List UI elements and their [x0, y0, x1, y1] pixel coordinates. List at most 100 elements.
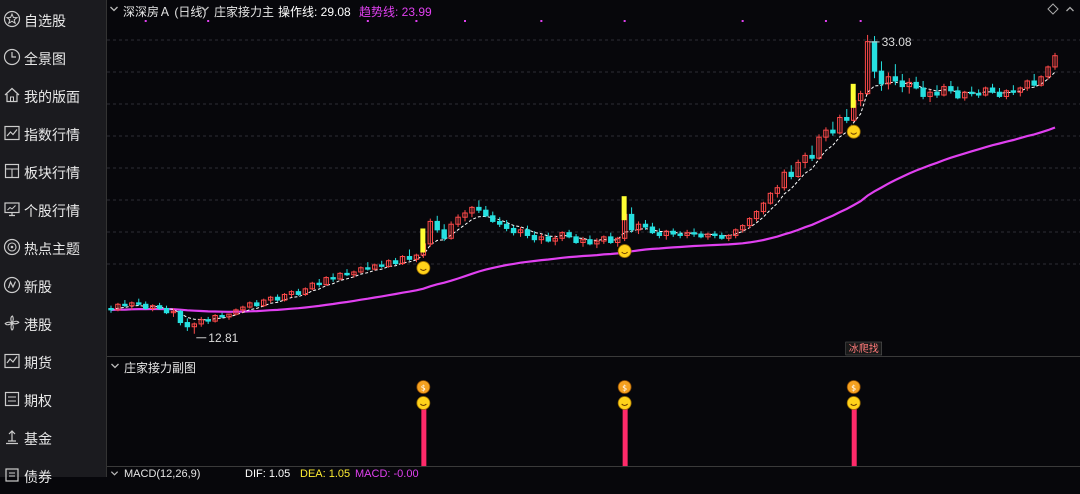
money-bag-glyph: $	[421, 384, 426, 393]
trend-chart-icon	[4, 125, 20, 141]
candle	[177, 310, 184, 324]
sidebar-item-label: 期权	[24, 393, 52, 409]
macd-dif: DIF: 1.05	[245, 468, 291, 480]
signal-bar	[850, 83, 856, 108]
candle	[691, 232, 697, 235]
operation-line	[110, 71, 1056, 321]
candle	[316, 282, 322, 286]
candle	[108, 307, 114, 311]
sidebar-item-watchlist[interactable]: 自选股	[0, 0, 106, 38]
signal-stem	[851, 409, 857, 467]
candle	[899, 80, 905, 88]
fund-icon	[6, 430, 18, 445]
bond-icon	[5, 468, 19, 482]
macd-header: MACD(12,26,9) DIF: 1.05 DEA: 1.05 MACD: …	[107, 466, 1080, 480]
smiley-icon	[846, 124, 861, 139]
macd-name: MACD(12,26,9)	[124, 468, 201, 480]
candle	[1031, 80, 1037, 86]
candle	[503, 223, 510, 229]
marker-dot	[741, 20, 744, 22]
candle	[649, 226, 656, 234]
candle	[392, 260, 399, 265]
smiley-icon	[416, 396, 431, 410]
sidebar-item-panorama[interactable]: 全景图	[0, 38, 106, 76]
marker-dot	[824, 20, 827, 22]
candle	[913, 81, 919, 89]
new-icon	[3, 276, 21, 294]
candle	[934, 91, 940, 96]
money-bag-glyph: $	[622, 384, 627, 393]
candle	[254, 302, 260, 307]
candle	[892, 76, 899, 82]
candle	[441, 229, 447, 239]
candle	[788, 171, 794, 177]
sidebar-item-bonds[interactable]: 债券	[0, 456, 106, 494]
bauhinia-icon	[4, 315, 20, 331]
signal-bar	[621, 196, 627, 221]
candle	[677, 233, 683, 236]
sidebar-item-label: 新股	[24, 279, 52, 295]
low-label: 12.81	[208, 331, 238, 345]
candle	[920, 87, 926, 97]
smiley-icon	[416, 261, 431, 275]
candle	[122, 303, 128, 307]
sidebar-item-sector-market[interactable]: 板块行情	[0, 152, 106, 190]
candle	[434, 220, 440, 231]
macd-dea: DEA: 1.05	[300, 468, 351, 480]
smiley-icon	[617, 244, 632, 258]
sidebar-item-label: 自选股	[24, 13, 66, 29]
trend-line	[110, 126, 1056, 313]
sidebar-item-hot-topics[interactable]: 热点主题	[0, 228, 106, 266]
candle	[1010, 90, 1017, 93]
sidebar-item-options[interactable]: 期权	[0, 380, 106, 418]
candle	[379, 264, 385, 267]
sidebar-item-label: 我的版面	[24, 89, 80, 105]
candle	[497, 220, 503, 225]
smiley-icon	[617, 396, 632, 410]
candle	[330, 277, 336, 280]
candle	[406, 256, 413, 260]
sidebar-item-hk-stocks[interactable]: 港股	[0, 304, 106, 342]
candle	[670, 230, 676, 235]
sidebar-item-my-layout[interactable]: 我的版面	[0, 76, 106, 114]
candle	[143, 303, 149, 309]
candlestick-chart: 33.08 12.81 冰爬找	[107, 20, 1080, 356]
sidebar-item-funds[interactable]: 基金	[0, 418, 106, 456]
candle	[712, 233, 718, 236]
sidebar-item-label: 债券	[24, 469, 52, 485]
candle	[969, 91, 975, 95]
sidebar-item-label: 热点主题	[24, 241, 80, 257]
candle	[587, 239, 593, 245]
marker-dot	[623, 20, 626, 22]
marker-dot	[144, 20, 147, 22]
candle	[156, 305, 163, 309]
candle	[955, 90, 961, 99]
home-icon	[4, 87, 20, 103]
futures-chart-icon	[4, 353, 20, 369]
candle	[642, 223, 649, 228]
money-bag-glyph: $	[851, 384, 856, 393]
main-chart-pane[interactable]: 深深房Ａ (日线) 庄家接力主 操作线: 29.08 趋势线: 23.99 33…	[107, 0, 1080, 356]
sidebar-item-index-market[interactable]: 指数行情	[0, 114, 106, 152]
candle	[809, 154, 815, 159]
sidebar-item-new-stocks[interactable]: 新股	[0, 266, 106, 304]
sidebar-item-label: 板块行情	[24, 165, 80, 181]
marker-dot	[366, 20, 369, 22]
candle	[483, 209, 489, 217]
candle	[524, 229, 531, 236]
signal-badge-label: 冰爬找	[849, 342, 879, 355]
smiley-icon	[846, 396, 861, 410]
sidebar-item-stock-market[interactable]: 个股行情	[0, 190, 106, 228]
candle	[163, 307, 170, 314]
marker-dot	[207, 20, 210, 22]
sidebar-item-label: 个股行情	[24, 203, 80, 219]
sidebar-item-futures[interactable]: 期货	[0, 342, 106, 380]
candle	[698, 233, 704, 238]
sub-chart-pane[interactable]: 庄家接力副图 $ $ $	[107, 356, 1080, 467]
sidebar-item-label: 基金	[24, 431, 52, 447]
macd-value: MACD: -0.00	[355, 468, 419, 480]
candle	[844, 116, 850, 121]
candle	[205, 319, 211, 322]
sub-indicator-chart: $ $ $	[416, 380, 861, 467]
candle	[490, 215, 496, 222]
